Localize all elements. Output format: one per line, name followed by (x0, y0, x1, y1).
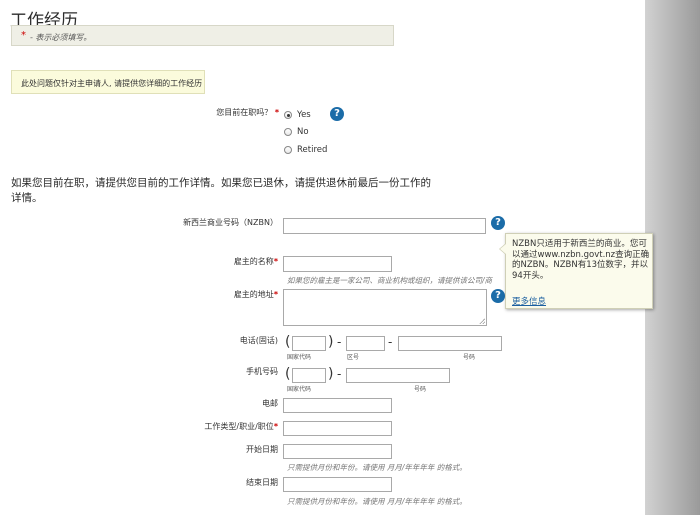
help-icon[interactable]: ? (491, 216, 505, 230)
job-title-label: 工作类型/职业/职位* (204, 421, 278, 432)
required-fields-note: * - 表示必须填写。 (11, 25, 394, 46)
radio-retired-label[interactable]: Retired (297, 145, 327, 155)
start-date-label: 开始日期 (246, 445, 278, 454)
email-input[interactable] (283, 398, 392, 413)
paren-open: ( (285, 334, 291, 350)
employer-name-label: 雇主的名称* (234, 256, 278, 267)
radio-retired[interactable] (284, 146, 292, 154)
area-code-caption: 区号 (347, 354, 360, 361)
dash-separator: - (337, 335, 342, 349)
dash-separator: - (388, 335, 393, 349)
more-info-link[interactable]: 更多信息 (512, 295, 546, 307)
landline-number-input[interactable] (398, 336, 502, 351)
paren-close: ) (328, 334, 334, 350)
landline-label: 电话(固话) (239, 336, 278, 345)
mobile-number-input[interactable] (346, 368, 450, 383)
principal-applicant-note-text: 此处问题仅针对主申请人, 请提供您详细的工作经历 (21, 79, 203, 88)
job-title-input[interactable] (283, 421, 392, 436)
employment-question-text: 您目前在职吗？ (216, 108, 273, 117)
paren-open: ( (285, 366, 291, 382)
end-date-label: 结束日期 (246, 478, 278, 487)
job-title-label-text: 工作类型/职业/职位 (204, 422, 274, 431)
required-marker: * (273, 422, 278, 431)
page-margin-gutter (645, 0, 700, 515)
radio-yes[interactable] (284, 111, 292, 119)
end-date-hint: 只需提供月份和年份。请使用 月月/年年年年 的格式。 (287, 497, 467, 506)
employer-name-label-text: 雇主的名称 (233, 257, 274, 266)
landline-area-code-input[interactable] (346, 336, 385, 351)
employer-address-textarea[interactable] (283, 289, 487, 326)
employer-name-hint: 如果您的雇主是一家公司、商业机构或组织，请提供该公司/商 (287, 276, 493, 285)
required-marker: * (274, 108, 279, 117)
radio-no[interactable] (284, 128, 292, 136)
dash-separator: - (337, 367, 342, 381)
help-icon[interactable]: ? (491, 289, 505, 303)
number-caption: 号码 (414, 386, 427, 393)
employment-question-label: 您目前在职吗？ * (216, 107, 279, 118)
employer-name-input[interactable] (283, 256, 392, 272)
employer-address-label: 雇主的地址* (234, 289, 278, 300)
nzbn-tooltip: NZBN只适用于新西兰的商业。您可以通过www.nzbn.govt.nz查询正确… (499, 233, 653, 309)
required-marker: * (273, 290, 278, 299)
help-icon[interactable]: ? (330, 107, 344, 121)
landline-country-code-input[interactable] (292, 336, 326, 351)
required-star: * (21, 30, 26, 41)
mobile-country-code-input[interactable] (292, 368, 326, 383)
country-code-caption: 国家代码 (287, 386, 312, 393)
end-date-input[interactable] (283, 477, 392, 492)
radio-no-label[interactable]: No (297, 127, 309, 137)
paren-close: ) (328, 366, 334, 382)
start-date-input[interactable] (283, 444, 392, 459)
instructions-paragraph: 如果您目前在职，请提供您目前的工作详情。如果您已退休，请提供退休前最后一份工作的… (11, 177, 431, 204)
nzbn-input[interactable] (283, 218, 486, 234)
mobile-label: 手机号码 (246, 367, 278, 376)
principal-applicant-note: 此处问题仅针对主申请人, 请提供您详细的工作经历 (11, 70, 205, 94)
country-code-caption: 国家代码 (287, 354, 312, 361)
nzbn-label: 新西兰商业号码（NZBN） (183, 218, 278, 227)
nzbn-tooltip-text: NZBN只适用于新西兰的商业。您可以通过www.nzbn.govt.nz查询正确… (512, 239, 650, 281)
resize-handle[interactable] (479, 318, 485, 324)
number-caption: 号码 (463, 354, 476, 361)
required-note-text: - 表示必须填写。 (30, 33, 92, 42)
employer-address-label-text: 雇主的地址 (233, 290, 274, 299)
required-marker: * (273, 257, 278, 266)
email-label: 电邮 (262, 399, 278, 408)
start-date-hint: 只需提供月份和年份。请使用 月月/年年年年 的格式。 (287, 463, 467, 472)
radio-yes-label[interactable]: Yes (297, 110, 311, 120)
